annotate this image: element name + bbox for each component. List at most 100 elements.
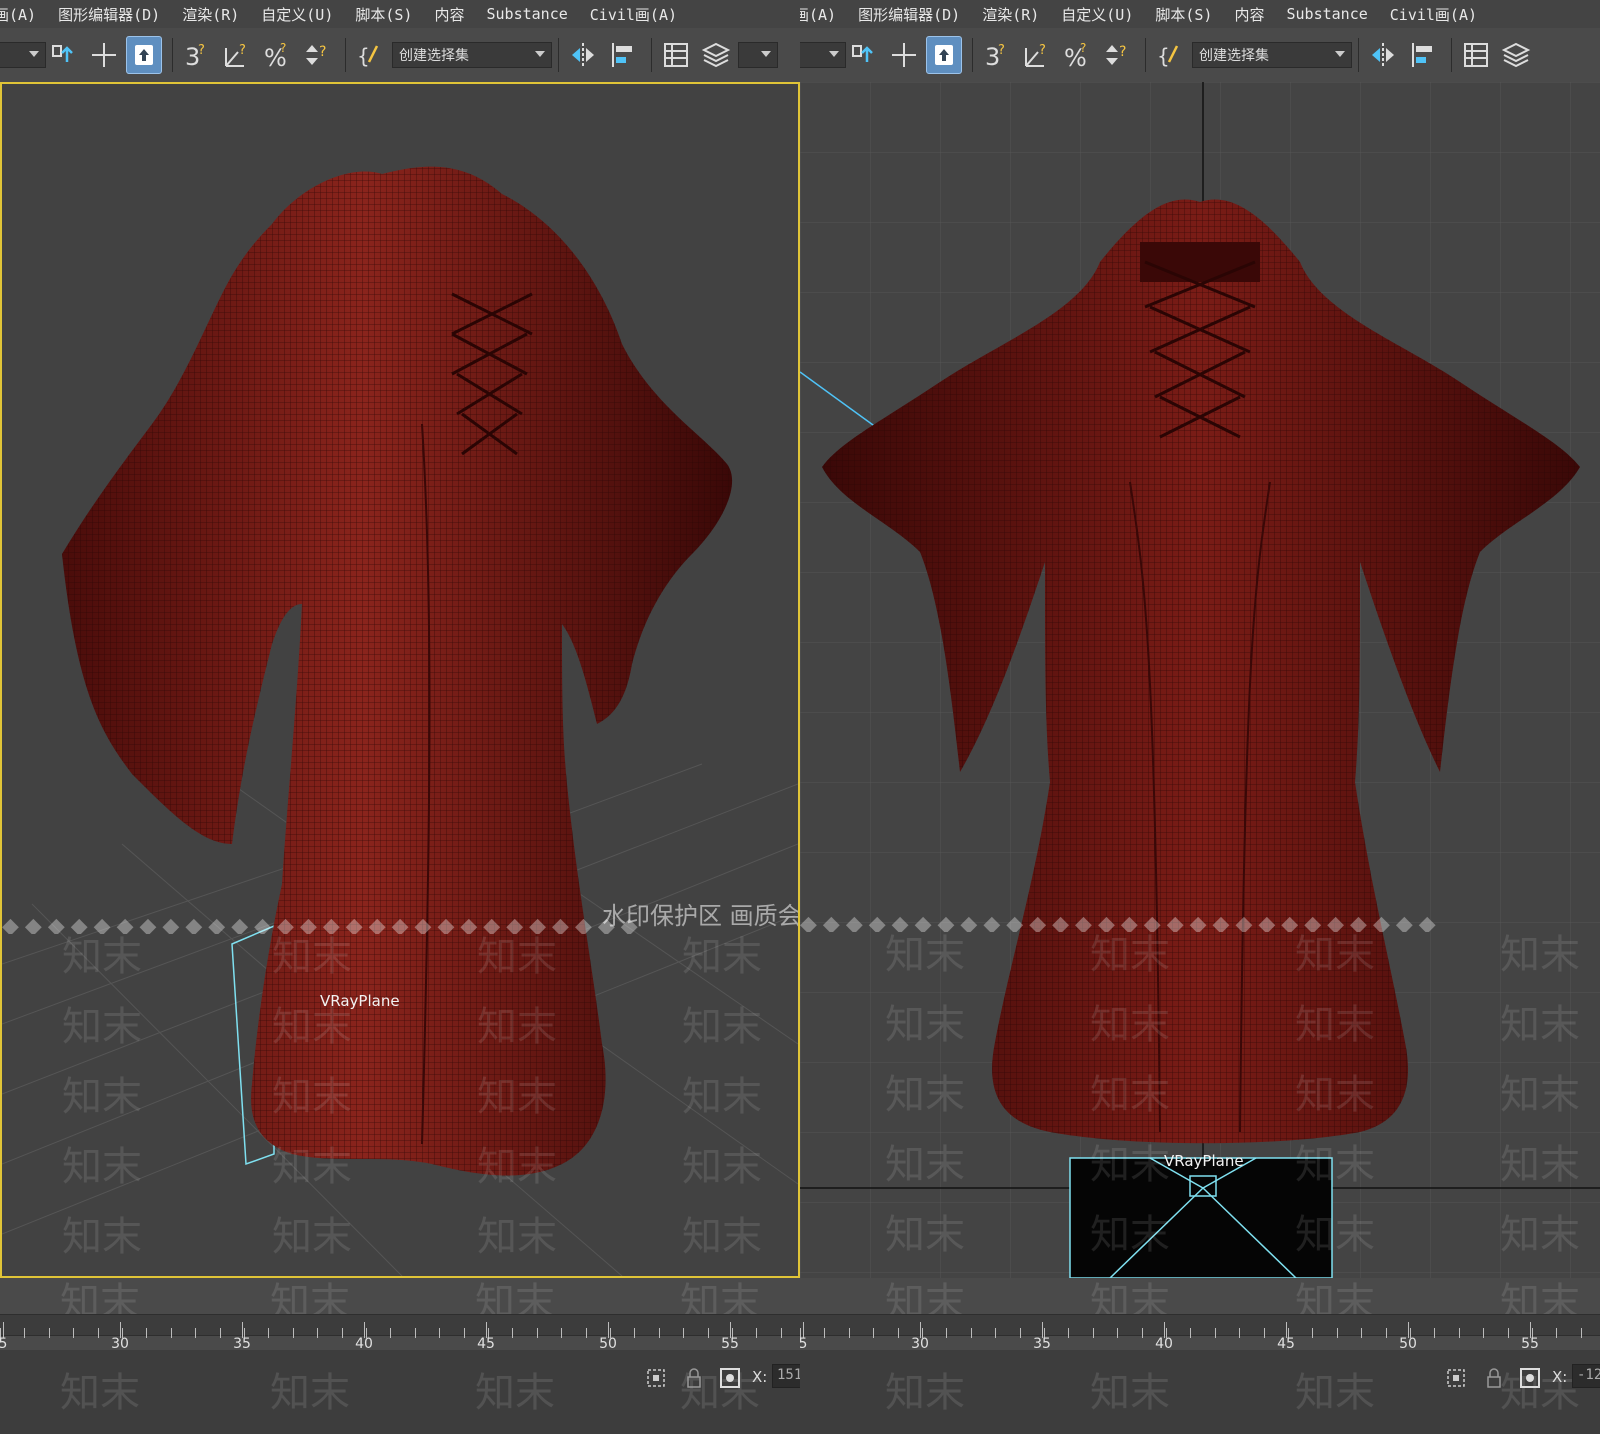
lock-icon[interactable] — [682, 1366, 706, 1390]
absolute-mode-transform-icon[interactable] — [718, 1366, 742, 1390]
select-object-icon[interactable] — [126, 36, 162, 74]
menu-graph-editors[interactable]: 图形编辑器(D) — [858, 4, 960, 25]
menu-rendering[interactable]: 渲染(R) — [182, 4, 239, 25]
spinner-snap-icon[interactable]: ? — [1099, 36, 1135, 74]
timeline-minor-tick — [658, 1328, 660, 1338]
select-object-icon[interactable] — [926, 36, 962, 74]
svg-text:?: ? — [280, 41, 286, 55]
scene-explorer-icon[interactable] — [1458, 36, 1494, 74]
perspective-viewport[interactable]: 知末 知末 知末 知末 知末 知末 知末 知末 知末 知末 知末 知末 知末 知… — [0, 82, 800, 1278]
percent-snap-icon[interactable]: %? — [1059, 36, 1095, 74]
select-and-link-icon[interactable] — [46, 36, 82, 74]
percent-snap-icon[interactable]: %? — [259, 36, 295, 74]
watermark-glyph: 知末 — [477, 1144, 557, 1190]
named-selection-set-dropdown[interactable]: 创建选择集 — [392, 42, 552, 68]
time-slider[interactable]: 知末 知末 知末 知末 5 30 35 40 45 50 55 — [800, 1278, 1600, 1352]
svg-text:?: ? — [239, 43, 246, 58]
menu-customize[interactable]: 自定义(U) — [1061, 4, 1133, 25]
svg-text:?: ? — [319, 44, 326, 60]
timeline-minor-tick — [683, 1328, 685, 1338]
timeline-minor-tick — [317, 1328, 319, 1338]
timeline-minor-tick — [268, 1328, 270, 1338]
svg-text:{: { — [1157, 44, 1170, 68]
watermark-glyph: 知末 — [1295, 1370, 1375, 1416]
align-icon[interactable] — [1405, 36, 1441, 74]
selection-set-text: 创建选择集 — [1199, 48, 1269, 64]
timeline-minor-tick — [873, 1328, 875, 1338]
timeline-minor-tick — [1239, 1328, 1241, 1338]
menu-content[interactable]: 内容 — [1234, 4, 1264, 25]
timeline-minor-tick — [439, 1328, 441, 1338]
selection-filter-dropdown[interactable] — [800, 42, 846, 68]
menu-substance[interactable]: Substance — [1286, 5, 1367, 23]
scene-explorer-icon[interactable] — [658, 36, 694, 74]
time-slider[interactable]: 知末 知末 知末 知末 5 30 35 40 45 50 55 — [0, 1278, 800, 1352]
menu-scripting[interactable]: 脚本(S) — [355, 4, 412, 25]
front-viewport[interactable]: 知末 知末 知末 知末 知末 知末 知末 知末 知末 知末 知末 知末 知末 知… — [800, 82, 1600, 1278]
timeline-minor-tick — [897, 1328, 899, 1338]
move-icon[interactable] — [886, 36, 922, 74]
snap-3d-icon[interactable]: 3? — [979, 36, 1015, 74]
x-coordinate-input[interactable]: -12 — [1572, 1364, 1600, 1388]
svg-text:?: ? — [198, 43, 205, 58]
object-label-vrayplane[interactable]: VRayPlane — [1164, 1152, 1244, 1170]
svg-text:?: ? — [998, 43, 1005, 58]
timeline-minor-tick — [1263, 1328, 1265, 1338]
timeline-minor-tick — [848, 1328, 850, 1338]
watermark-glyph: 知末 — [1090, 1072, 1170, 1118]
spinner-snap-icon[interactable]: ? — [299, 36, 335, 74]
select-and-link-icon[interactable] — [846, 36, 882, 74]
menu-graph-editors[interactable]: 图形编辑器(D) — [58, 4, 160, 25]
menu-customize[interactable]: 自定义(U) — [261, 4, 333, 25]
menu-animation[interactable]: 画(A) — [800, 4, 836, 25]
isolate-selection-icon[interactable] — [1444, 1366, 1468, 1390]
object-label-vrayplane[interactable]: VRayPlane — [320, 992, 400, 1010]
menu-civil-view[interactable]: Civil画(A) — [1390, 4, 1477, 25]
named-selection-set-dropdown[interactable]: 创建选择集 — [1192, 42, 1352, 68]
watermark-glyph: 知末 — [1500, 1072, 1580, 1118]
timeline-minor-tick — [1458, 1328, 1460, 1338]
lock-icon[interactable] — [1482, 1366, 1506, 1390]
menu-content[interactable]: 内容 — [434, 4, 464, 25]
mirror-icon[interactable] — [565, 36, 601, 74]
menu-bar: 画(A) 图形编辑器(D) 渲染(R) 自定义(U) 脚本(S) 内容 Subs… — [0, 0, 800, 29]
timeline-minor-tick — [1068, 1328, 1070, 1338]
layer-icon[interactable] — [698, 36, 734, 74]
watermark-glyph: 知末 — [272, 1214, 352, 1260]
menu-animation[interactable]: 画(A) — [0, 4, 36, 25]
timeline-minor-tick — [780, 1328, 782, 1338]
watermark-glyph: 知末 — [885, 1212, 965, 1258]
angle-snap-icon[interactable]: ? — [219, 36, 255, 74]
watermark-glyph: 知末 — [1500, 1212, 1580, 1258]
edit-named-selection-icon[interactable]: { — [1152, 36, 1188, 74]
selection-set-text: 创建选择集 — [399, 48, 469, 64]
x-coordinate-input[interactable]: 151 — [772, 1364, 800, 1388]
toolbar-separator — [558, 38, 559, 72]
timeline-minor-tick — [536, 1328, 538, 1338]
timeline-minor-tick — [170, 1328, 172, 1338]
selection-filter-dropdown[interactable] — [0, 42, 46, 68]
timeline-minor-tick — [1019, 1328, 1021, 1338]
move-icon[interactable] — [86, 36, 122, 74]
isolate-selection-icon[interactable] — [644, 1366, 668, 1390]
align-icon[interactable] — [605, 36, 641, 74]
menu-civil-view[interactable]: Civil画(A) — [590, 4, 677, 25]
timeline-minor-tick — [824, 1328, 826, 1338]
layer-dropdown[interactable] — [738, 42, 778, 68]
watermark-glyph: 知末 — [1090, 1002, 1170, 1048]
watermark-glyph: 知末 — [682, 1214, 762, 1260]
menu-rendering[interactable]: 渲染(R) — [982, 4, 1039, 25]
mirror-icon[interactable] — [1365, 36, 1401, 74]
watermark-glyph: 知末 — [272, 1144, 352, 1190]
angle-snap-icon[interactable]: ? — [1019, 36, 1055, 74]
layer-icon[interactable] — [1498, 36, 1534, 74]
svg-text:{: { — [357, 44, 370, 68]
watermark-glyph: 知末 — [1090, 1370, 1170, 1416]
snap-3d-icon[interactable]: 3? — [179, 36, 215, 74]
absolute-mode-transform-icon[interactable] — [1518, 1366, 1542, 1390]
menu-substance[interactable]: Substance — [486, 5, 567, 23]
menu-scripting[interactable]: 脚本(S) — [1155, 4, 1212, 25]
edit-named-selection-icon[interactable]: { — [352, 36, 388, 74]
timeline-minor-tick — [1507, 1328, 1509, 1338]
svg-text:?: ? — [1080, 41, 1086, 55]
